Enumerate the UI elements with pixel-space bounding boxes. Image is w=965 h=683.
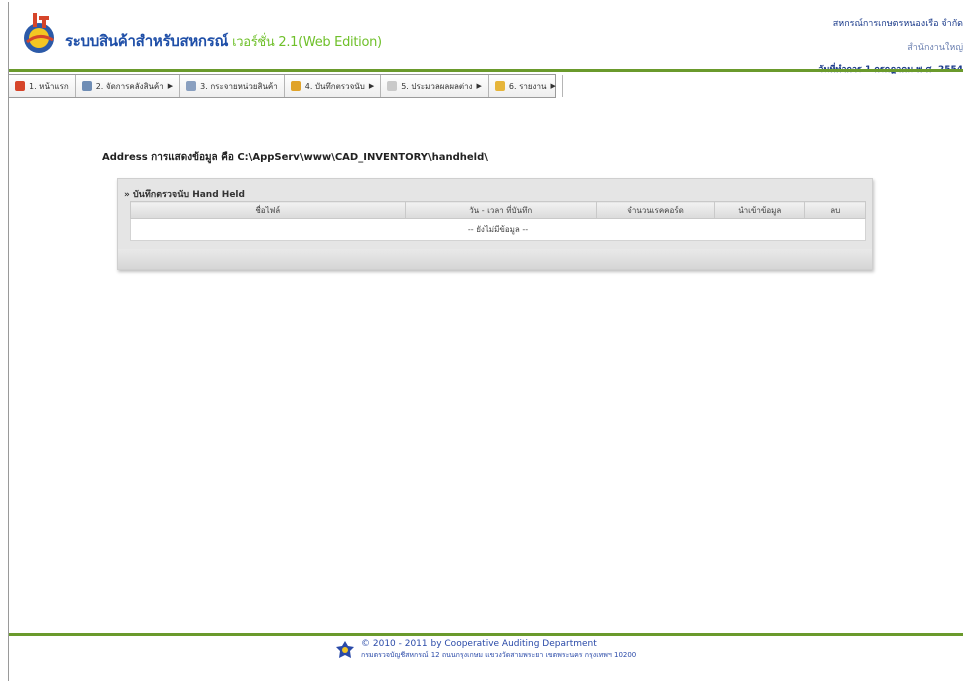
col-filename[interactable]: ชื่อไฟล์ (130, 201, 406, 219)
menu-item-icon (81, 81, 92, 91)
menu-item-4[interactable]: 4. บันทึกตรวจนับ ▶ (285, 75, 382, 97)
menu-item-icon (186, 81, 197, 91)
org-info: สหกรณ์การเกษตรหนองเรือ จำกัด สำนักงานใหญ… (803, 16, 963, 76)
app-version: เวอร์ชั่น 2.1(Web Edition) (232, 35, 382, 50)
menu-item-5[interactable]: 5. ประมวลผลผลต่าง ▶ (381, 75, 489, 97)
menu-item-label: 6. รายงาน (508, 81, 547, 91)
menu-item-label: 5. ประมวลผลผลต่าง (401, 81, 473, 91)
col-datetime[interactable]: วัน - เวลา ที่บันทึก (404, 201, 597, 219)
menu-item-icon (494, 81, 505, 91)
submenu-arrow-icon: ▶ (368, 82, 375, 90)
header-divider (9, 69, 963, 72)
app-title: ระบบสินค้าสำหรับสหกรณ์ เวอร์ชั่น 2.1(Web … (65, 29, 382, 53)
department-seal-icon (336, 641, 354, 658)
menu-item-icon (387, 81, 398, 91)
submenu-arrow-icon: ▶ (550, 82, 556, 90)
table-row: -- ยังไม่มีข้อมูล -- (130, 218, 866, 241)
footer-copyright: © 2010 - 2011 by Cooperative Auditing De… (361, 639, 597, 649)
org-name: สหกรณ์การเกษตรหนองเรือ จำกัด (832, 19, 963, 29)
empty-message: -- ยังไม่มีข้อมูล -- (130, 218, 866, 241)
app-window: ระบบสินค้าสำหรับสหกรณ์ เวอร์ชั่น 2.1(Web … (8, 2, 963, 681)
page-header: ระบบสินค้าสำหรับสหกรณ์ เวอร์ชั่น 2.1(Web … (9, 2, 963, 75)
submenu-arrow-icon: ▶ (476, 82, 482, 90)
address-text: Address การแสดงข้อมูล คือ C:\AppServ\www… (102, 152, 488, 163)
col-import[interactable]: นำเข้าข้อมูล (714, 201, 806, 219)
menu-item-label: 4. บันทึกตรวจนับ (304, 81, 365, 91)
handheld-panel: » บันทึกตรวจนับ Hand Held ชื่อไฟล์ วัน -… (117, 178, 873, 270)
menu-item-1[interactable]: 1. หน้าแรก (9, 75, 76, 97)
menu-item-icon (290, 81, 301, 91)
footer-address: กรมตรวจบัญชีสหกรณ์ 12 ถนนกรุงเกษม แขวงวั… (361, 651, 637, 659)
table-header-row: ชื่อไฟล์ วัน - เวลา ที่บันทึก จำนวนเรคคอ… (130, 201, 866, 219)
menu-item-3[interactable]: 3. กระจายหน่วยสินค้า (180, 75, 285, 97)
menu-item-label: 1. หน้าแรก (29, 81, 69, 91)
menu-item-6[interactable]: 6. รายงาน ▶ (489, 75, 563, 97)
app-title-main: ระบบสินค้าสำหรับสหกรณ์ (65, 32, 229, 50)
footer-divider (9, 633, 963, 636)
panel-footer (118, 249, 872, 269)
menu-item-2[interactable]: 2. จัดการคลังสินค้า ▶ (76, 75, 181, 97)
cad-logo-icon (24, 13, 54, 53)
page-footer: © 2010 - 2011 by Cooperative Auditing De… (335, 639, 636, 661)
menu-item-label: 3. กระจายหน่วยสินค้า (200, 81, 278, 91)
panel-title: » บันทึกตรวจนับ Hand Held (124, 190, 245, 200)
submenu-arrow-icon: ▶ (167, 82, 174, 90)
menu-item-icon (15, 81, 25, 91)
main-menu: 1. หน้าแรก 2. จัดการคลังสินค้า ▶ 3. กระจายห… (9, 74, 563, 98)
handheld-table: ชื่อไฟล์ วัน - เวลา ที่บันทึก จำนวนเรคคอ… (130, 201, 866, 241)
col-record-count[interactable]: จำนวนเรคคอร์ด (595, 201, 716, 219)
menu-item-label: 2. จัดการคลังสินค้า (95, 81, 164, 91)
branch-name: สำนักงานใหญ่ (907, 43, 963, 53)
col-delete[interactable]: ลบ (804, 201, 866, 219)
